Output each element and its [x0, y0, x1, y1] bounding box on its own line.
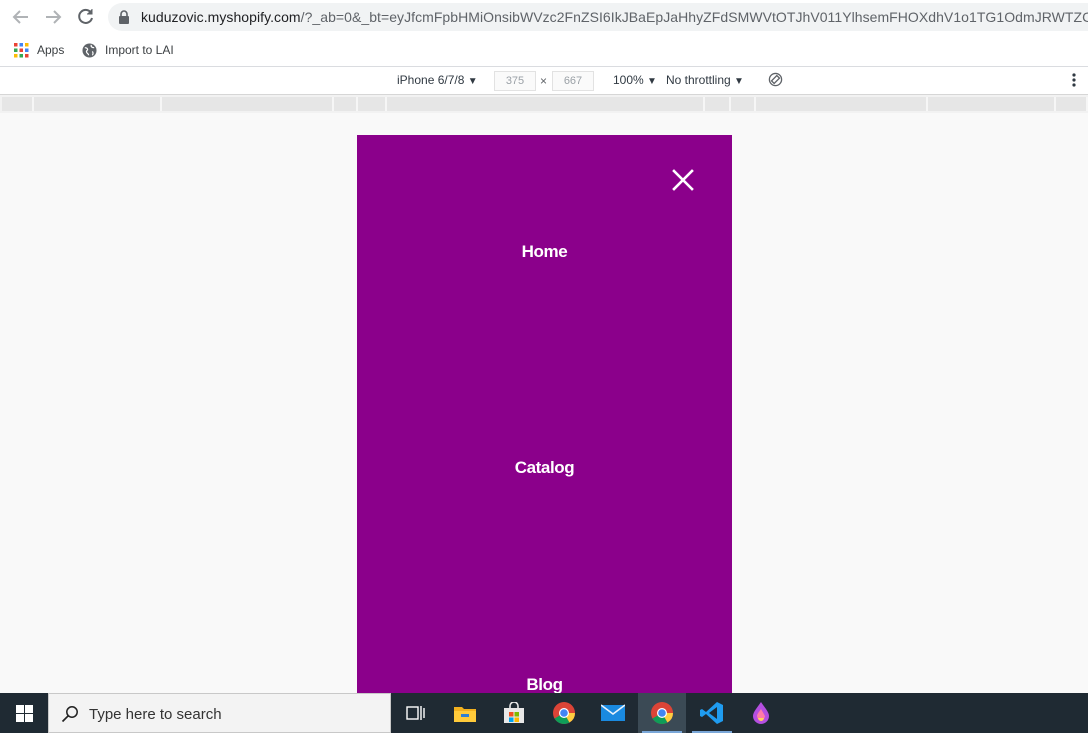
ruler-segment[interactable] [705, 97, 731, 111]
ruler-segment[interactable] [162, 97, 334, 111]
bookmarks-bar: Apps Import to LAI [0, 34, 1088, 67]
forward-arrow-icon [46, 10, 62, 24]
chrome-icon [651, 702, 673, 724]
bookmark-apps-label: Apps [37, 43, 65, 57]
ruler-segment[interactable] [2, 97, 34, 111]
throttling-select[interactable]: No throttling ▼ [666, 73, 744, 87]
paint-button[interactable] [737, 693, 785, 733]
chrome-active-button[interactable] [638, 693, 686, 733]
zoom-select-label: 100% [613, 73, 644, 87]
bookmark-import-lai-label: Import to LAI [105, 43, 174, 57]
mail-icon [601, 704, 625, 721]
url-path: /?_ab=0&_bt=eyJfcmFpbHMiOnsibWVzc2FnZSI6… [300, 9, 1088, 25]
lock-icon [119, 10, 129, 24]
vscode-button[interactable] [688, 693, 736, 733]
store-button[interactable] [490, 693, 538, 733]
device-select-label: iPhone 6/7/8 [397, 73, 465, 87]
store-bag-icon [504, 702, 524, 723]
dropdown-arrow-icon: ▼ [734, 76, 744, 87]
file-explorer-button[interactable] [441, 693, 489, 733]
mail-button[interactable] [589, 693, 637, 733]
globe-icon [82, 42, 97, 58]
task-view-button[interactable] [392, 693, 440, 733]
ruler-segment[interactable] [756, 97, 928, 111]
address-bar[interactable]: kuduzovic.myshopify.com/?_ab=0&_bt=eyJfc… [108, 3, 1088, 31]
rotate-button[interactable] [768, 72, 783, 90]
rotate-icon [768, 72, 783, 87]
dropdown-arrow-icon: ▼ [647, 76, 657, 87]
dimension-separator: × [540, 74, 548, 88]
ruler-segment[interactable] [34, 97, 162, 111]
url-text: kuduzovic.myshopify.com/?_ab=0&_bt=eyJfc… [141, 9, 1088, 25]
device-toolbar: iPhone 6/7/8 ▼ 375 × 667 100% ▼ No throt… [0, 67, 1088, 95]
windows-logo-icon [15, 704, 33, 722]
ruler-segment[interactable] [358, 97, 387, 111]
windows-taskbar: Type here to search [0, 693, 1088, 733]
menu-link-catalog[interactable]: Catalog [357, 458, 732, 478]
viewport-height-input[interactable]: 667 [552, 71, 594, 91]
chrome-button[interactable] [540, 693, 588, 733]
more-options-button[interactable] [1072, 73, 1076, 90]
chrome-icon [553, 702, 575, 724]
reload-button[interactable] [75, 6, 97, 28]
throttling-select-label: No throttling [666, 73, 731, 87]
back-arrow-icon [12, 10, 28, 24]
zoom-select[interactable]: 100% ▼ [613, 73, 657, 87]
taskbar-search-placeholder: Type here to search [89, 706, 222, 723]
device-select[interactable]: iPhone 6/7/8 ▼ [397, 73, 478, 87]
url-host: kuduzovic.myshopify.com [141, 9, 301, 25]
reload-icon [78, 8, 93, 24]
media-query-ruler [0, 95, 1088, 113]
file-explorer-icon [454, 707, 476, 722]
taskbar-search[interactable]: Type here to search [48, 693, 391, 733]
mobile-viewport: Home Catalog Blog [357, 135, 732, 693]
back-button[interactable] [10, 6, 32, 28]
menu-link-blog[interactable]: Blog [357, 675, 732, 693]
forward-button[interactable] [42, 6, 64, 28]
dropdown-arrow-icon: ▼ [467, 76, 478, 87]
ruler-segment[interactable] [1056, 97, 1088, 111]
close-icon [672, 169, 694, 191]
paint-drop-icon [753, 702, 769, 724]
ruler-segment[interactable] [928, 97, 1056, 111]
start-button[interactable] [0, 693, 48, 733]
close-menu-button[interactable] [672, 169, 694, 191]
bookmark-apps[interactable]: Apps [14, 40, 64, 60]
task-view-icon [406, 706, 425, 720]
ruler-segment[interactable] [731, 97, 756, 111]
bookmark-import-lai[interactable]: Import to LAI [82, 40, 174, 60]
search-icon [61, 706, 78, 723]
menu-link-home[interactable]: Home [357, 242, 732, 262]
ruler-segment[interactable] [387, 97, 705, 111]
viewport-width-input[interactable]: 375 [494, 71, 536, 91]
browser-address-row: kuduzovic.myshopify.com/?_ab=0&_bt=eyJfc… [0, 0, 1088, 34]
kebab-menu-icon [1072, 73, 1076, 87]
vscode-icon [700, 702, 723, 724]
apps-grid-icon [14, 42, 29, 57]
ruler-segment[interactable] [334, 97, 358, 111]
